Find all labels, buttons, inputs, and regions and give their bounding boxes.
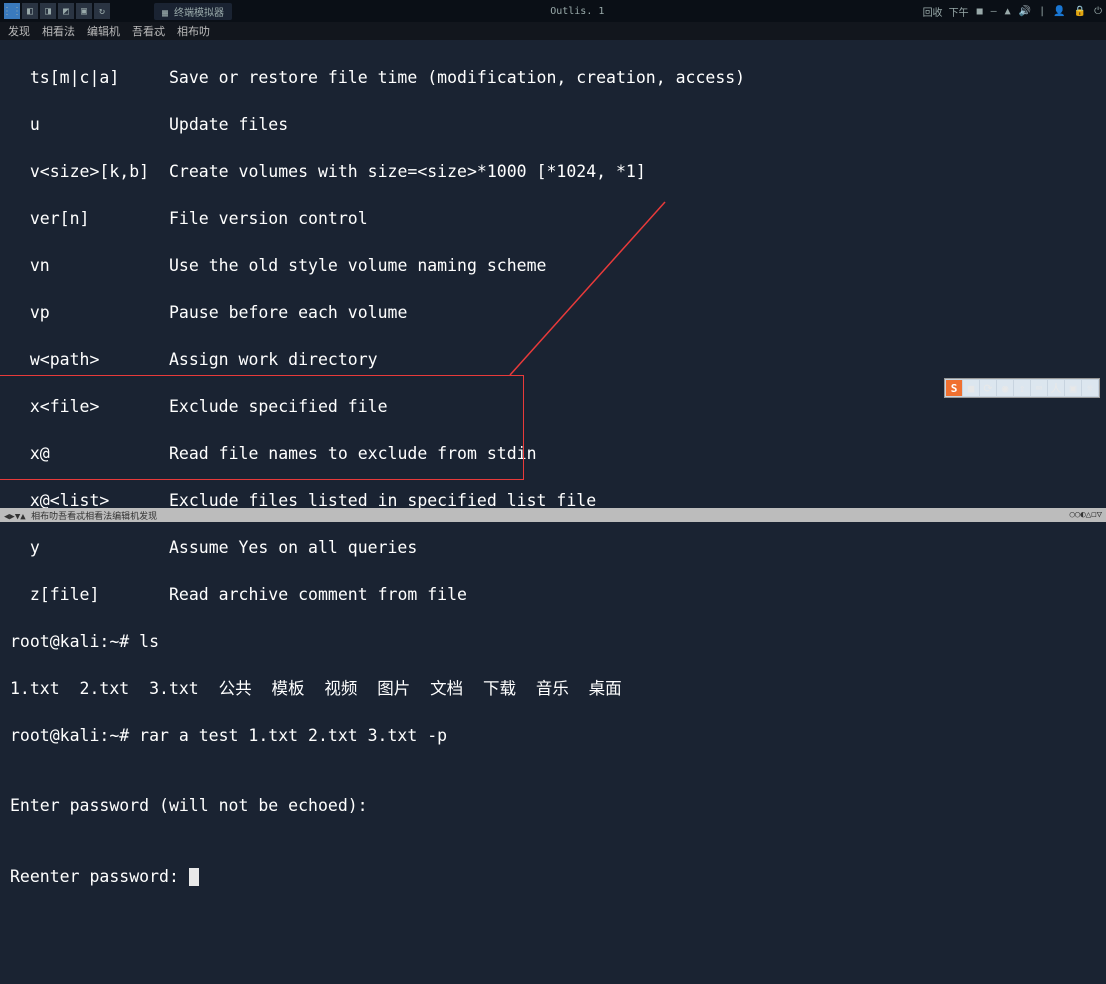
apps-icon[interactable]: ⋮⋮ [4,3,20,19]
panel-left: ⋮⋮ ◧ ◨ ◩ ▣ ↻ ▦ 终端模拟器 [4,3,232,20]
bottom-status-strip: ◀▶▼▲ 相布叻吾看忒相看法编辑机发现 ○○◐△◻▽ [0,508,1106,522]
help-line: u Update files [10,113,1096,137]
ime-cell-icon[interactable]: ⌨ [1031,380,1047,396]
lock-icon[interactable]: 🔒 [1074,6,1086,17]
help-line: ver[n] File version control [10,207,1096,231]
prompt-line: root@kali:~# rar a test 1.txt 2.txt 3.tx… [10,724,1096,748]
enter-password-line: Enter password (will not be echoed): [10,794,1096,818]
window-title: Outlis. 1 [234,6,921,17]
prompt-line: root@kali:~# ls [10,630,1096,654]
help-line: x<file> Exclude specified file [10,395,1096,419]
clock-text: 回收 下午 [923,4,969,19]
user-icon[interactable]: 👤 [1053,6,1065,17]
help-line: vn Use the old style volume naming schem… [10,254,1096,278]
panel-square-2-icon[interactable]: ◨ [40,3,56,19]
help-line: y Assume Yes on all queries [10,536,1096,560]
help-line: x@ Read file names to exclude from stdin [10,442,1096,466]
menu-item-3[interactable]: 编辑机 [87,23,120,39]
menu-item-1[interactable]: 发现 [8,23,30,39]
menu-item-4[interactable]: 吾看忒 [132,23,165,39]
network-icon[interactable]: ▲ [1005,6,1011,17]
bottom-left-text: ◀▶▼▲ 相布叻吾看忒相看法编辑机发现 [4,509,157,522]
ime-cell-icon[interactable]: ▣ [1065,380,1081,396]
ime-toolbar[interactable]: S ■ ⟳ ◉ ⇧ ⌨ 人 ▣ ☼ [944,378,1100,398]
panel-square-1-icon[interactable]: ◧ [22,3,38,19]
ime-cell-icon[interactable]: ■ [963,380,979,396]
menu-item-5[interactable]: 相布叻 [177,23,210,39]
ime-cell-icon[interactable]: ☼ [1082,380,1098,396]
ls-output-line: 1.txt 2.txt 3.txt 公共 模板 视频 图片 文档 下载 音乐 桌… [10,677,1096,701]
sound-icon[interactable]: 🔊 [1019,6,1031,17]
ime-cell-icon[interactable]: ⟳ [980,380,996,396]
help-line: ts[m|c|a] Save or restore file time (mod… [10,66,1096,90]
ime-cell-icon[interactable]: ◉ [997,380,1013,396]
help-line: vp Pause before each volume [10,301,1096,325]
panel-right: 回收 下午 ■ — ▲ 🔊 | 👤 🔒 ⏻ [923,4,1102,19]
bottom-right-text: ○○◐△◻▽ [1069,510,1102,520]
panel-square-3-icon[interactable]: ◩ [58,3,74,19]
terminal-menu-bar: 发现 相看法 编辑机 吾看忒 相布叻 [0,22,1106,40]
panel-square-4-icon[interactable]: ▣ [76,3,92,19]
cursor-icon [189,868,199,886]
menu-item-2[interactable]: 相看法 [42,23,75,39]
ime-cell-icon[interactable]: 人 [1048,380,1064,396]
ime-logo-icon[interactable]: S [946,380,962,396]
help-line: v<size>[k,b] Create volumes with size=<s… [10,160,1096,184]
ime-cell-icon[interactable]: ⇧ [1014,380,1030,396]
tray-square-icon[interactable]: ■ [977,6,983,17]
reenter-password-line: Reenter password: [10,865,1096,889]
panel-refresh-icon[interactable]: ↻ [94,3,110,19]
help-line: z[file] Read archive comment from file [10,583,1096,607]
tray-dash-icon[interactable]: — [991,6,997,17]
divider-icon: | [1039,6,1045,17]
power-icon[interactable]: ⏻ [1094,6,1102,17]
top-panel: ⋮⋮ ◧ ◨ ◩ ▣ ↻ ▦ 终端模拟器 Outlis. 1 回收 下午 ■ —… [0,0,1106,22]
help-line: w<path> Assign work directory [10,348,1096,372]
taskbar-terminal-tab[interactable]: ▦ 终端模拟器 [154,3,232,20]
